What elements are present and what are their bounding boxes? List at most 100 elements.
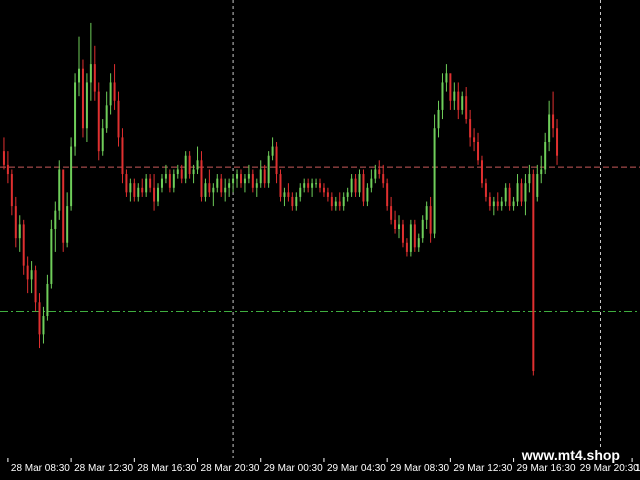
candle-body	[453, 91, 456, 101]
candle-body	[441, 82, 444, 110]
candle	[97, 82, 100, 161]
candle-body	[251, 174, 254, 188]
candle-body	[180, 169, 183, 179]
candle-body	[196, 160, 199, 170]
candle-body	[236, 174, 239, 179]
candle-body	[311, 183, 314, 188]
candle-body	[172, 174, 175, 188]
candle-body	[287, 192, 290, 197]
candle-body	[141, 187, 144, 193]
candle-body	[338, 201, 341, 207]
candle-body	[212, 187, 215, 193]
candle-body	[445, 73, 448, 83]
candle-body	[200, 160, 203, 197]
candle-body	[14, 206, 17, 239]
candle	[70, 137, 73, 211]
candle-body	[125, 174, 128, 193]
candle-body	[500, 201, 503, 207]
candle-body	[54, 210, 57, 229]
x-tick-label: 29 Mar 08:30	[390, 463, 449, 474]
candle-body	[488, 196, 491, 207]
watermark-text: www.mt4.shop	[519, 447, 622, 463]
candle-body	[386, 183, 389, 207]
candle-body	[58, 169, 61, 211]
x-tick-label: 29 Mar 00:30	[264, 463, 323, 474]
candle-body	[370, 178, 373, 188]
candle	[480, 155, 483, 188]
candle-body	[536, 174, 539, 197]
candle-body	[469, 119, 472, 138]
candle-body	[480, 160, 483, 184]
candle-body	[461, 96, 464, 110]
candle-body	[366, 187, 369, 202]
x-tick-label: 28 Mar 20:30	[201, 463, 260, 474]
candle-body	[243, 178, 246, 184]
candle	[362, 169, 365, 207]
candle-body	[239, 174, 242, 184]
candlestick-chart-svg[interactable]: 28 Mar 08:30 28 Mar 12:30 28 Mar 16:30 28 M…	[0, 0, 640, 480]
candle-body	[78, 68, 81, 83]
candle-body	[291, 196, 294, 207]
candle-body	[283, 192, 286, 197]
candle	[532, 169, 535, 376]
x-tick-label: 29 Mar 12:30	[453, 463, 512, 474]
candle-body	[109, 82, 112, 106]
candle-body	[516, 183, 519, 202]
candle-body	[224, 187, 227, 193]
candle	[386, 178, 389, 211]
candle-body	[30, 270, 33, 280]
chart-background	[0, 0, 640, 480]
candle-body	[117, 100, 120, 138]
candle-body	[38, 302, 41, 335]
candle-body	[405, 242, 408, 252]
x-tick-label: 29 Mar 20:30	[580, 463, 639, 474]
candle-body	[303, 183, 306, 188]
candle-body	[544, 141, 547, 170]
candle-body	[346, 192, 349, 197]
candle-body	[184, 155, 187, 179]
candle-body	[299, 187, 302, 197]
candle-body	[449, 73, 452, 101]
candle-body	[105, 105, 108, 129]
candle-body	[228, 183, 231, 188]
candle-body	[101, 128, 104, 152]
candle-body	[465, 96, 468, 120]
candle-body	[394, 219, 397, 229]
candle-body	[176, 169, 179, 175]
candle-body	[255, 183, 258, 188]
candle	[50, 219, 53, 289]
candle-body	[247, 174, 250, 179]
x-tick-label: 28 Mar 16:30	[137, 463, 196, 474]
candle-body	[433, 128, 436, 234]
candle-body	[477, 141, 480, 161]
candle-body	[350, 178, 353, 193]
candle-body	[188, 155, 191, 175]
candle-body	[129, 183, 132, 193]
candle-body	[153, 187, 156, 202]
candle-body	[93, 64, 96, 92]
candle-body	[42, 316, 45, 335]
candle-body	[192, 169, 195, 175]
candle-body	[322, 187, 325, 193]
candle-body	[66, 206, 69, 243]
candle-body	[149, 178, 152, 188]
candle-body	[2, 151, 5, 165]
candle-body	[18, 224, 21, 239]
candle-body	[429, 206, 432, 234]
candle-body	[334, 201, 337, 207]
candle-body	[267, 155, 270, 184]
candle-body	[113, 82, 116, 101]
price-chart[interactable]: 28 Mar 08:30 28 Mar 12:30 28 Mar 16:30 28 M…	[0, 0, 640, 480]
candle-body	[417, 238, 420, 248]
candle-body	[315, 183, 318, 185]
candle-body	[157, 187, 160, 202]
candle-body	[137, 187, 140, 197]
x-tick-label: 28 Mar 08:30	[11, 463, 70, 474]
candle	[267, 151, 270, 188]
candle-body	[259, 169, 262, 184]
candle-body	[307, 183, 310, 188]
candle-body	[524, 183, 527, 202]
candle-body	[342, 196, 345, 207]
candle-body	[168, 174, 171, 188]
candle-body	[145, 178, 148, 193]
